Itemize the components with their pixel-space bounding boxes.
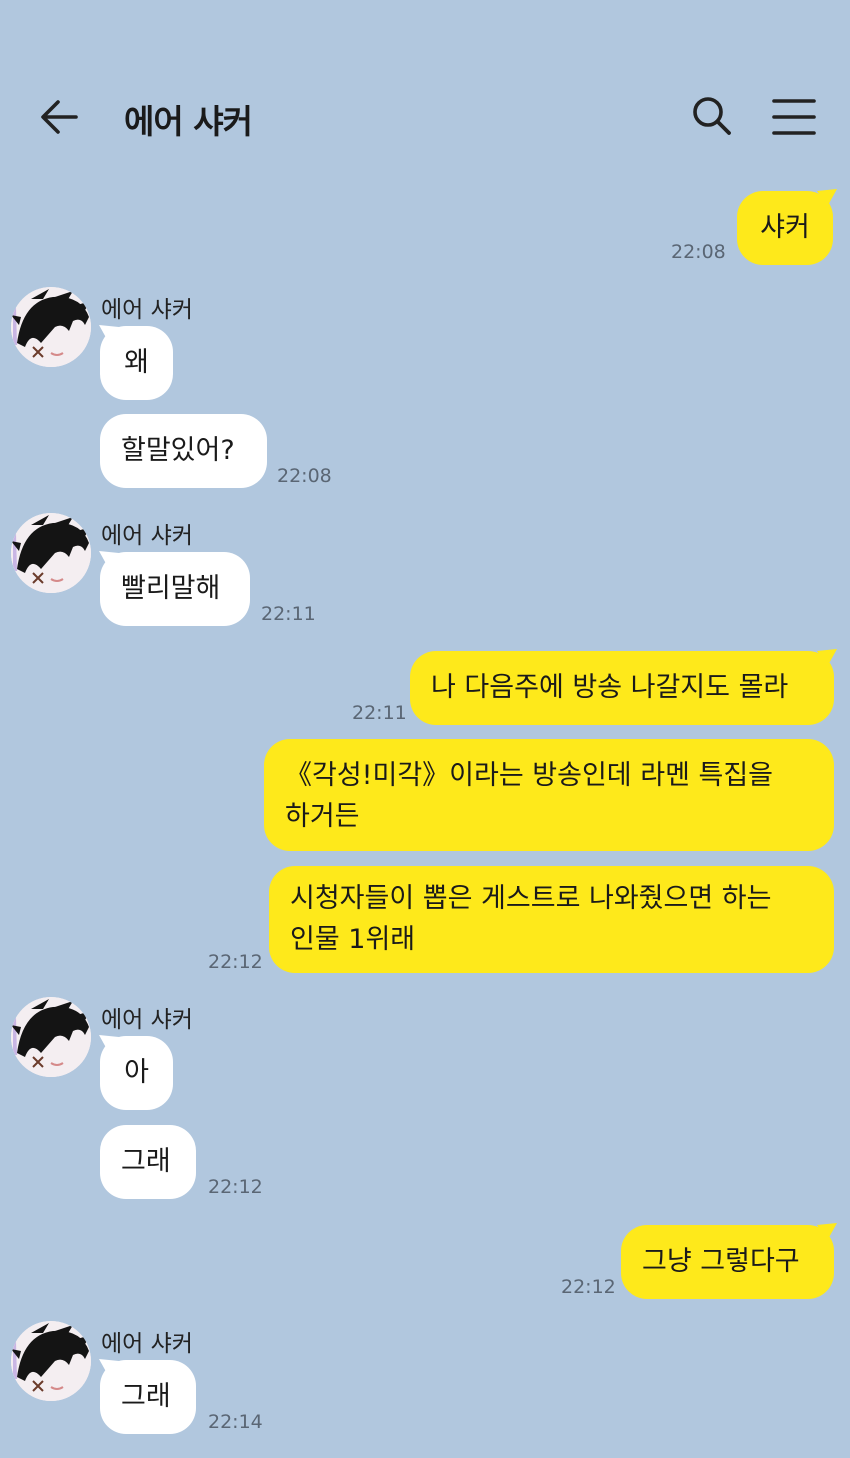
message-time: 22:12 [208,951,263,973]
my-message-bubble[interactable]: 시청자들이 뽑은 게스트로 나와줬으면 하는 인물 1위래 [269,866,834,973]
message-text: 그래 [121,1146,171,1177]
message-text: 빨리말해 [121,573,221,604]
message-time: 22:14 [208,1411,263,1433]
message-text-line: 《각성!미각》이라는 방송인데 라멘 특집을 [285,760,774,791]
chat-header: 에어 샤커 [0,0,850,180]
avatar[interactable] [11,997,91,1077]
search-icon [693,97,731,135]
bubble-tail [817,1223,837,1241]
bubble-tail [817,649,837,667]
message-time: 22:08 [277,465,332,487]
avatar-image [11,513,91,593]
message-text-line: 하거든 [285,801,360,832]
message-text: 샤커 [760,212,810,243]
avatar-image [11,1321,91,1401]
their-message-bubble[interactable]: 그래 [100,1125,196,1199]
message-time: 22:11 [261,603,316,625]
message-text: 왜 [124,347,149,378]
my-message-bubble[interactable]: 그냥 그렇다구 [621,1225,834,1299]
avatar[interactable] [11,1321,91,1401]
avatar-image [11,997,91,1077]
message-time: 22:12 [208,1176,263,1198]
menu-button[interactable] [768,94,820,140]
my-message-bubble[interactable]: 《각성!미각》이라는 방송인데 라멘 특집을 하거든 [264,739,834,851]
back-button[interactable] [36,93,84,141]
their-message-bubble[interactable]: 왜 [100,326,173,400]
message-time: 22:08 [671,241,726,263]
hamburger-menu-icon [772,99,816,135]
their-message-bubble[interactable]: 빨리말해 [100,552,250,626]
their-message-bubble[interactable]: 아 [100,1036,173,1110]
bubble-tail [817,189,837,207]
sender-name: 에어 샤커 [101,523,193,549]
their-message-bubble[interactable]: 그래 [100,1360,196,1434]
avatar[interactable] [11,287,91,367]
avatar-image [11,287,91,367]
sender-name: 에어 샤커 [101,297,193,323]
message-text-line: 인물 1위래 [290,924,416,955]
my-message-bubble[interactable]: 나 다음주에 방송 나갈지도 몰라 [410,651,834,725]
avatar[interactable] [11,513,91,593]
message-time: 22:12 [561,1276,616,1298]
message-text-line: 시청자들이 뽑은 게스트로 나와줬으면 하는 [290,883,772,914]
sender-name: 에어 샤커 [101,1331,193,1357]
arrow-left-icon [41,100,78,134]
message-text: 할말있어? [121,435,235,466]
message-time: 22:11 [352,702,407,724]
sender-name: 에어 샤커 [101,1007,193,1033]
message-text: 그래 [121,1381,171,1412]
their-message-bubble[interactable]: 할말있어? [100,414,267,488]
search-button[interactable] [688,92,736,140]
chat-title: 에어 샤커 [124,102,253,141]
message-text: 그냥 그렇다구 [642,1246,800,1277]
message-text: 나 다음주에 방송 나갈지도 몰라 [431,672,789,703]
message-text: 아 [124,1057,149,1088]
